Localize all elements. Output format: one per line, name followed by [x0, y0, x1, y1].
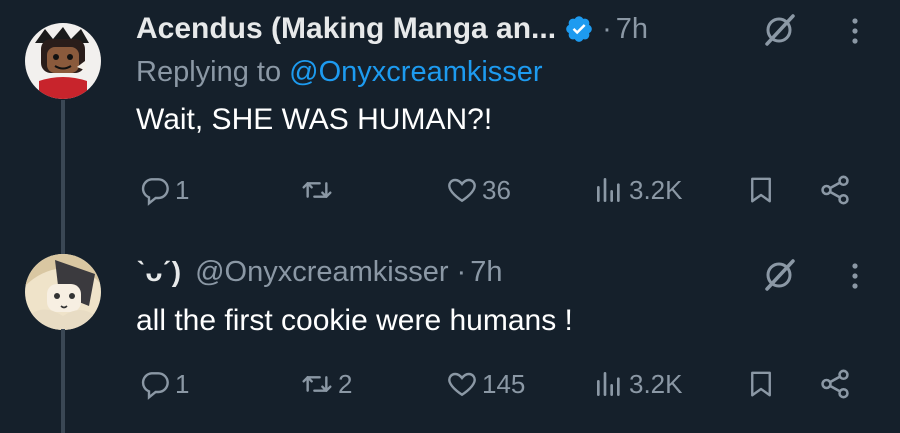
reply-icon	[139, 174, 171, 206]
grok-icon[interactable]	[761, 12, 797, 48]
views-count: 3.2K	[629, 174, 683, 205]
share-button[interactable]	[818, 364, 852, 404]
replying-prefix: Replying to	[136, 56, 282, 88]
like-icon	[446, 368, 478, 400]
tweet-actions: 1 2 145 3.2K	[0, 364, 900, 404]
grok-icon[interactable]	[761, 257, 797, 293]
retweet-count: 2	[338, 368, 353, 399]
views-button[interactable]: 3.2K	[593, 364, 683, 404]
retweet-icon	[300, 174, 334, 206]
handle[interactable]: @Onyxcreamkisser	[195, 256, 448, 289]
like-button[interactable]: 145	[446, 364, 525, 404]
like-button[interactable]: 36	[446, 170, 511, 210]
like-count: 36	[482, 174, 511, 205]
reply-icon	[139, 368, 171, 400]
share-button[interactable]	[818, 170, 852, 210]
timestamp[interactable]: 7h	[616, 13, 648, 46]
views-button[interactable]: 3.2K	[593, 170, 683, 210]
tweet[interactable]: ˋᴗˊ) @Onyxcreamkisser · 7h all the first…	[0, 237, 900, 433]
reply-count: 1	[175, 368, 190, 399]
separator: ·	[602, 12, 612, 45]
replying-mention-link[interactable]: @Onyxcreamkisser	[289, 56, 542, 88]
display-name[interactable]: Acendus (Making Manga an...	[136, 12, 556, 46]
display-name[interactable]: ˋᴗˊ)	[136, 256, 181, 288]
tweet-text: all the first cookie were humans !	[136, 304, 573, 337]
reply-count: 1	[175, 174, 190, 205]
reply-button[interactable]: 1	[139, 364, 189, 404]
thread-line	[61, 100, 65, 237]
retweet-icon	[300, 368, 334, 400]
bookmark-button[interactable]	[746, 170, 776, 210]
share-icon	[818, 367, 852, 401]
thread-line	[61, 237, 65, 254]
tweet-text: Wait, SHE WAS HUMAN?!	[136, 103, 493, 136]
more-icon[interactable]	[843, 13, 867, 49]
more-icon[interactable]	[843, 258, 867, 294]
avatar[interactable]	[25, 23, 101, 99]
avatar-image	[25, 23, 101, 99]
like-count: 145	[482, 368, 526, 399]
retweet-button[interactable]: 2	[300, 364, 352, 404]
like-icon	[446, 174, 478, 206]
replying-to: Replying to @Onyxcreamkisser	[136, 50, 900, 94]
avatar-image	[25, 254, 101, 330]
separator: ·	[456, 255, 467, 288]
share-icon	[818, 173, 852, 207]
verified-badge-icon	[564, 14, 594, 44]
views-count: 3.2K	[629, 368, 683, 399]
timestamp[interactable]: 7h	[470, 256, 502, 289]
avatar[interactable]	[25, 254, 101, 330]
bookmark-button[interactable]	[746, 364, 776, 404]
bookmark-icon	[746, 173, 776, 207]
retweet-button[interactable]	[300, 170, 338, 210]
bookmark-icon	[746, 367, 776, 401]
reply-button[interactable]: 1	[139, 170, 189, 210]
tweet[interactable]: Acendus (Making Manga an... · 7h Replyin…	[0, 0, 900, 237]
tweet-actions: 1 36 3.2K	[0, 170, 900, 210]
views-icon	[593, 174, 625, 206]
views-icon	[593, 368, 625, 400]
